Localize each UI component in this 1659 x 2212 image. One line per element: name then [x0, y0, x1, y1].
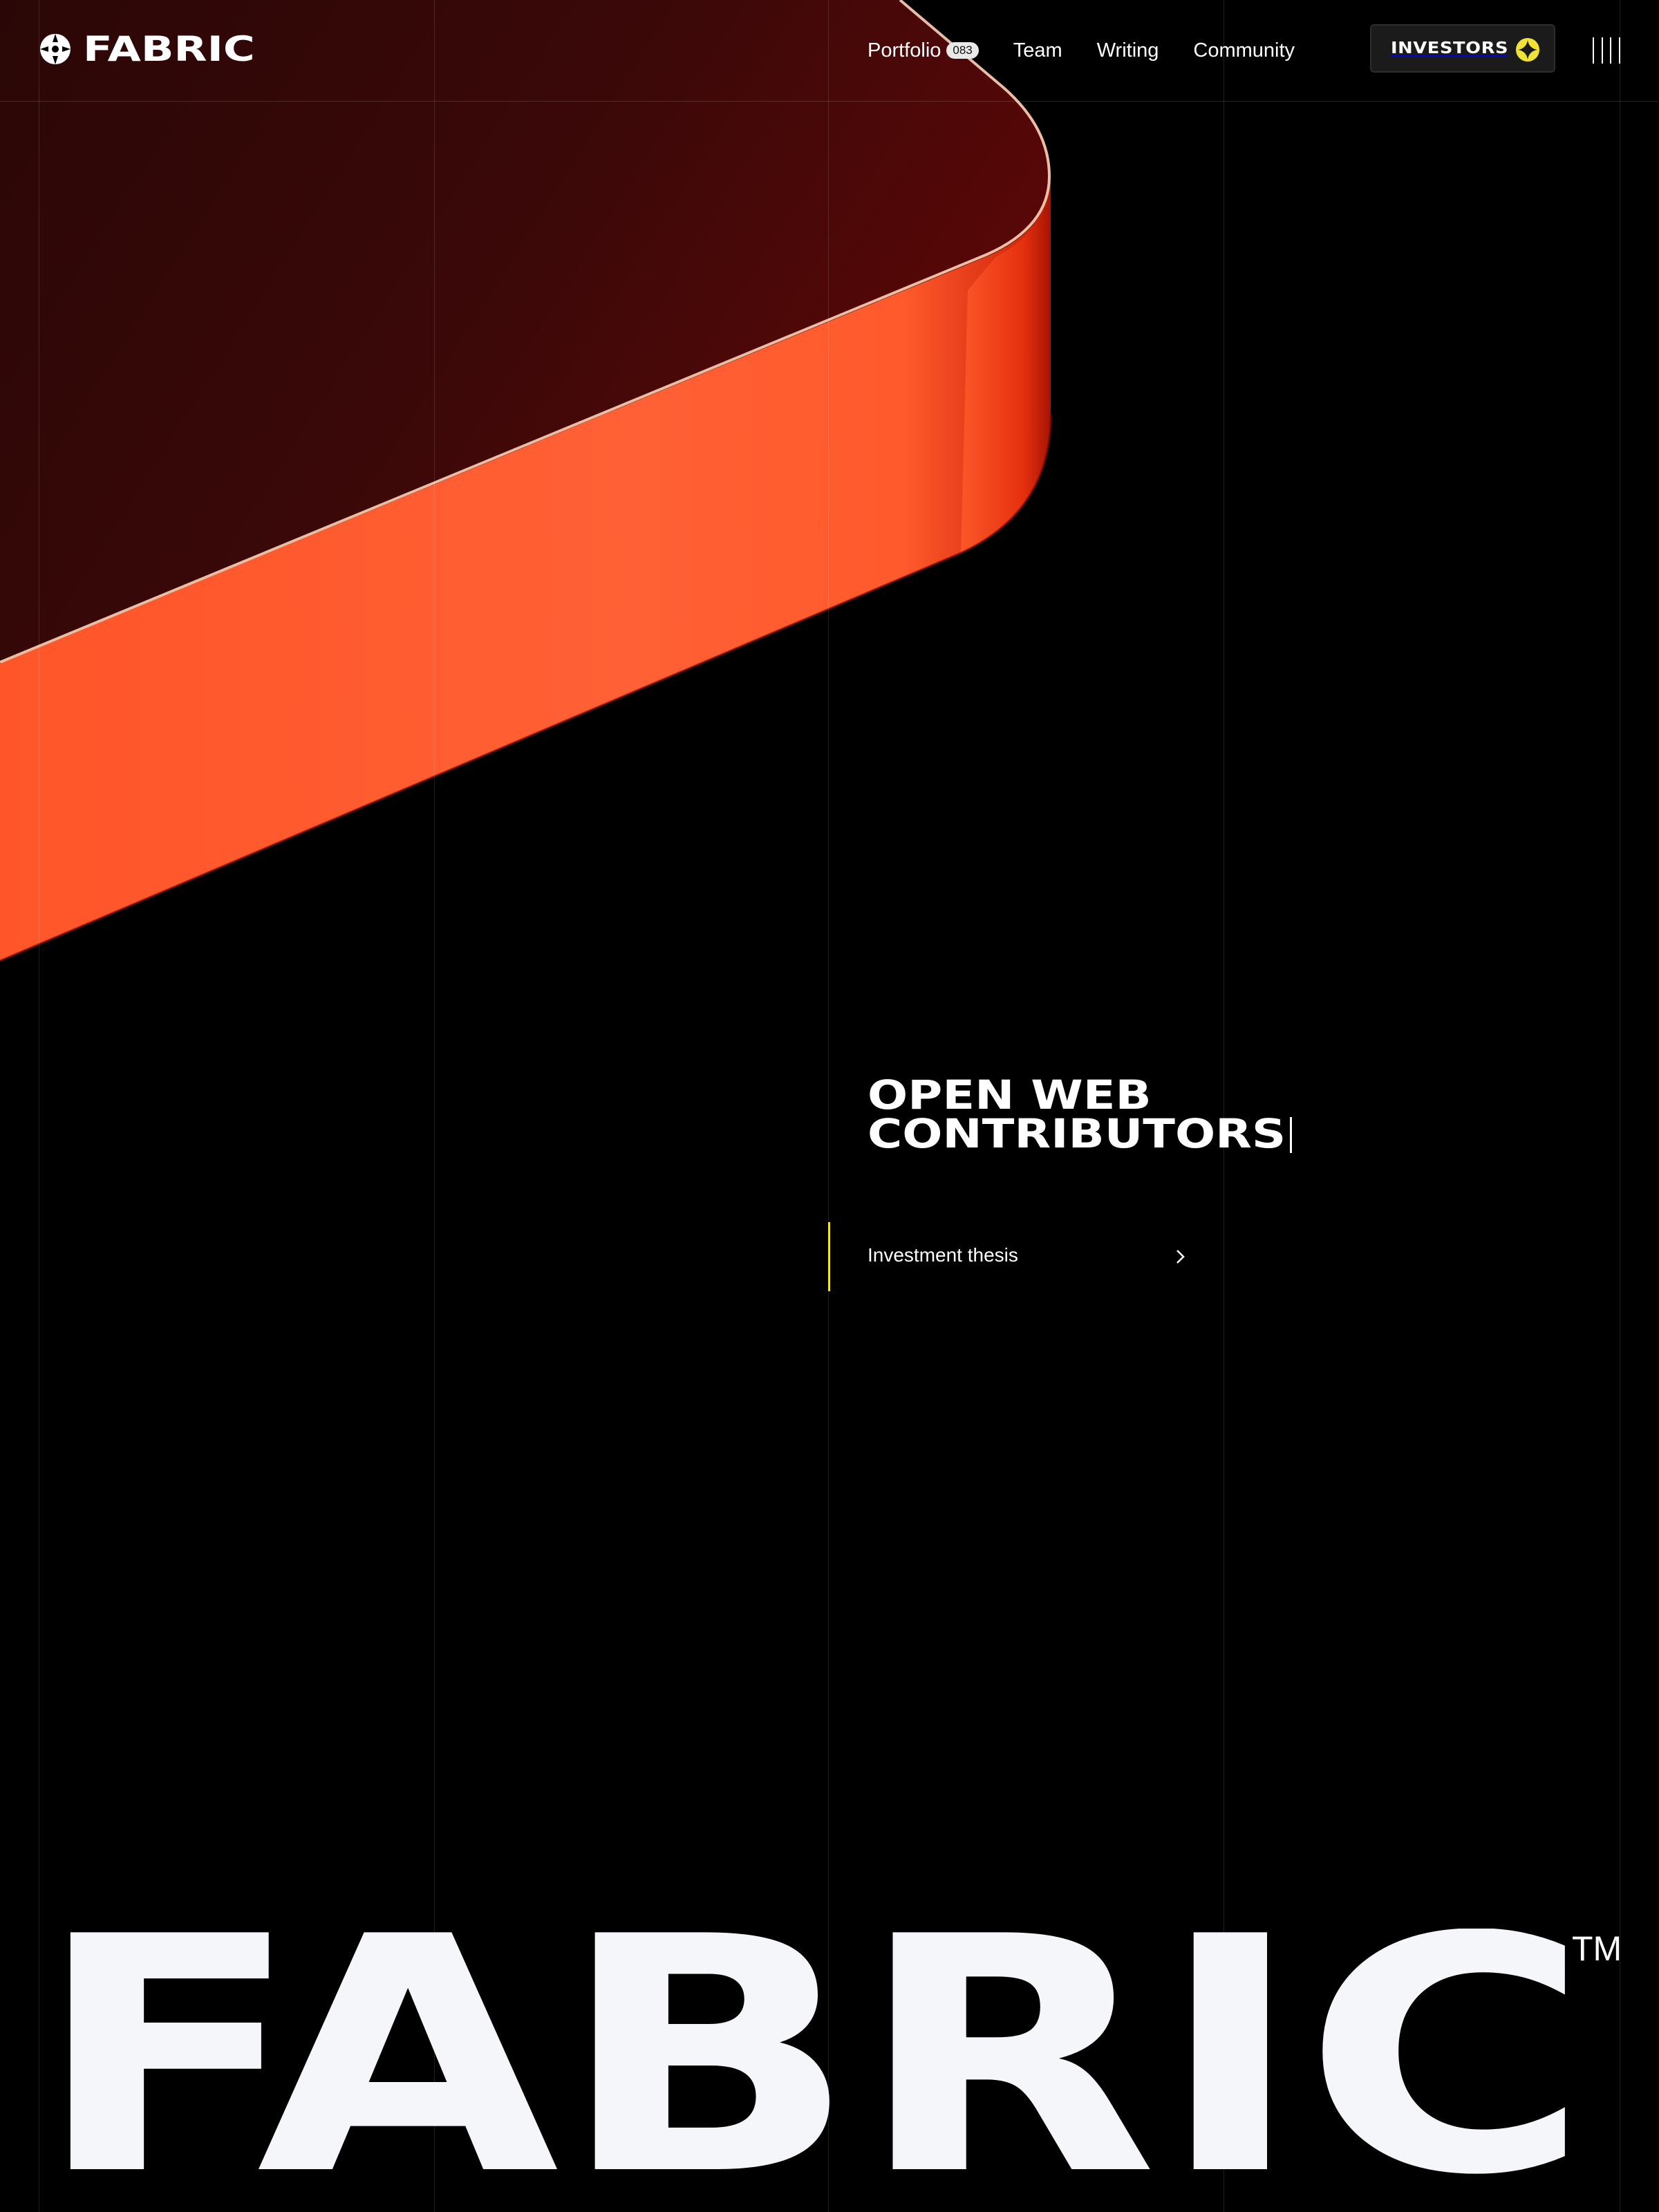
chevron-right-icon	[1177, 1250, 1185, 1264]
logo-wordmark: FABRIC	[83, 29, 255, 69]
page: FABRIC Portfolio 083 Team Writing Commun…	[0, 0, 1659, 2212]
hero-3d-slab-image	[0, 0, 1052, 962]
accent-bar	[828, 1222, 830, 1291]
site-header: FABRIC Portfolio 083 Team Writing Commun…	[0, 0, 1659, 101]
nav-item-writing[interactable]: Writing	[1097, 39, 1159, 62]
investors-button-label: INVESTORS	[1391, 39, 1509, 57]
trademark-symbol: TM	[1572, 1929, 1622, 1968]
menu-bars-icon[interactable]	[1593, 37, 1620, 64]
nav-item-label: Community	[1193, 39, 1295, 62]
text-cursor	[1290, 1117, 1292, 1153]
hero-headline: OPEN WEB CONTRIBUTORS	[868, 1071, 1286, 1157]
logo-link[interactable]: FABRIC	[39, 32, 255, 66]
investment-thesis-link[interactable]: Investment thesis	[828, 1222, 1188, 1291]
nav-item-label: Team	[1013, 39, 1062, 62]
main-nav: Portfolio 083 Team Writing Community	[868, 36, 1329, 65]
investors-button[interactable]: INVESTORS	[1370, 24, 1555, 73]
star-badge-icon	[1516, 38, 1539, 62]
nav-item-team[interactable]: Team	[1013, 39, 1062, 62]
portfolio-count-badge: 083	[946, 42, 979, 59]
fabric-wordmark: FABRIC	[35, 1929, 1590, 2177]
grid-line	[434, 0, 435, 2212]
headline-line: OPEN WEB	[868, 1071, 1152, 1118]
nav-item-portfolio[interactable]: Portfolio 083	[868, 39, 979, 62]
headline-line: CONTRIBUTORS	[868, 1110, 1286, 1157]
grid-line	[828, 0, 829, 2212]
nav-item-label: Writing	[1096, 39, 1159, 62]
nav-item-community[interactable]: Community	[1193, 39, 1295, 62]
nav-item-label: Portfolio	[868, 39, 941, 62]
fabric-logo-icon	[40, 34, 71, 64]
investment-thesis-label: Investment thesis	[868, 1244, 1018, 1266]
wordmark-text: FABRIC	[35, 1929, 1590, 2177]
header-divider	[0, 101, 1659, 102]
